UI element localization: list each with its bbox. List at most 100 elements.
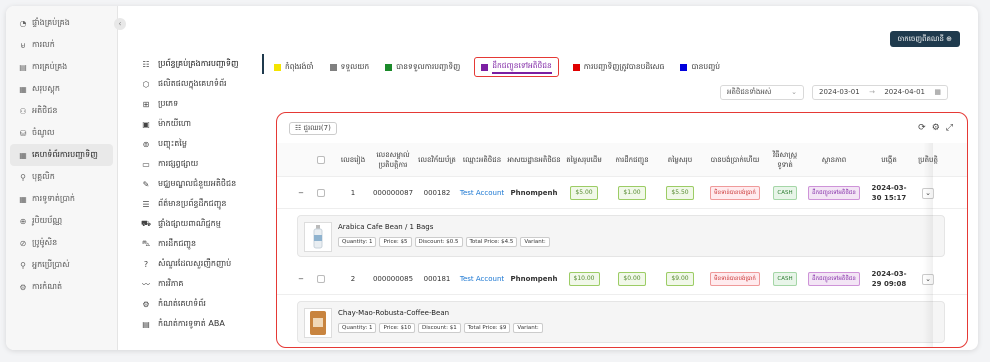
sidebar-item[interactable]: ◔ ផ្ទាំងគ្រប់គ្រង [10,12,113,34]
user-icon: ⚲ [20,172,26,182]
status-filter-label: ការបញ្ជាទិញត្រូវបានបដិសេធ [583,61,665,71]
submenu-item[interactable]: ☰ ព័ត៌មានប្រព័ន្ធដឹកជញ្ជូន [136,194,264,214]
payment-status-badge: មិនទាន់បានបង់ប្រាក់ [710,186,760,200]
submenu-item[interactable]: 〰 ការវិភាគ [136,274,264,294]
product-name: Chay-Mao-Robusta-Coffee-Bean [338,309,450,317]
sidebar-item[interactable]: ⚲ បុគ្គលិក [10,166,113,188]
settings-icon[interactable]: ⚙ [932,123,940,133]
status-filter[interactable]: ការបញ្ជាទិញត្រូវបានបដិសេធ [571,59,667,75]
sale-icon: ⊌ [20,40,26,50]
table-toolbar: ⟳ ⚙ ⤢ [918,123,953,133]
column-header: បង្កើត [881,156,897,164]
transaction-id: 000000085 [372,275,414,283]
sidebar-item[interactable]: ⊕ រូបិយប័ណ្ណ [10,210,113,232]
select-all-checkbox[interactable] [317,156,325,164]
submenu-item[interactable]: ⛟ ផ្ទាំងផ្សាយពាណិជ្ជកម្ម [136,214,264,234]
status-cell: ដឹកជញ្ជូនទៅអតិថិជន [805,177,863,209]
sidebar: ◔ ផ្ទាំងគ្រប់គ្រង ⊌ ការលក់ ▤ ការគ្រប់គ្រង ▦ សរុ… [6,6,118,350]
customer-select[interactable]: អតិថិជនទាំងអស់ ⌄ [720,85,804,100]
submenu-item[interactable]: ▣ ម៉ាកយីហោ [136,114,264,134]
sidebar-item-label: រូបិយប័ណ្ណ [32,216,63,225]
submenu-icon: ▭ [142,159,150,169]
customer-name-link[interactable]: Test Account [457,177,507,209]
sidebar-item-label: ការលក់ [32,40,55,49]
sidebar-item[interactable]: ⛁ ចំណូល [10,122,113,144]
staff-icon: ⚲ [20,260,26,270]
submenu-item[interactable]: ? សំណួរដែលសួរញឹកញាប់ [136,254,264,274]
submenu-item-label: កំណត់គេហទំព័រ [158,299,206,308]
promotion-icon: ⊘ [19,238,27,248]
submenu-item[interactable]: ▤ កំណត់ការទូទាត់ ABA [136,314,264,334]
sidebar-item[interactable]: ▦ ការទូទាត់ប្រាក់ [10,188,113,210]
submenu-item-label: ការវិភាគ [158,279,184,288]
sidebar-item[interactable]: ▦ គេហទំព័រការបញ្ជាទិញ [10,144,113,166]
start-date: 2024-03-01 [819,88,860,96]
status-filter-bar: កំពុងរង់ចាំ ទទួលយក បានទទួលការបញ្ជាទិញ ដឹកជញ… [272,57,722,77]
sidebar-item[interactable]: ▤ ការគ្រប់គ្រង [10,56,113,78]
scroll-shadow [923,143,933,347]
row-checkbox[interactable] [317,275,325,283]
submenu-item[interactable]: ⬡ ផលិតផលក្នុងគេហទំព័រ [136,74,264,94]
submenu: ☷ ប្រព័ន្ធគ្រប់គ្រងការបញ្ជាទិញ ⬡ ផលិតផលក្នុ… [136,54,264,334]
status-color-swatch [329,63,337,71]
status-filter-label: ទទួលយក [340,61,370,71]
sidebar-list: ◔ ផ្ទាំងគ្រប់គ្រង ⊌ ការលក់ ▤ ការគ្រប់គ្រង ▦ សរុ… [6,6,117,298]
status-filter[interactable]: ទទួលយក [328,59,372,75]
report-icon: ⛁ [19,128,27,138]
columns-button[interactable]: ☷ ជួរឈរ(7) [289,122,337,135]
column-header: តម្លៃសរុបដើម [566,156,602,164]
sidebar-item[interactable]: ⚲ អ្នកប្រើប្រាស់ [10,254,113,276]
submenu-icon: ▣ [142,119,150,129]
status-filter[interactable]: បានទទួលការបញ្ជាទិញ [383,59,462,75]
sidebar-item[interactable]: ▦ សរុបស្តុក [10,78,113,100]
column-header: លេខរៀង [340,156,366,164]
sidebar-item[interactable]: ⊘ ប្រូម៉ូសិន [10,232,113,254]
item-chip: Price: $5 [379,237,412,247]
status-filter-label: បានទទួលការបញ្ជាទិញ [396,61,461,71]
status-filter[interactable]: កំពុងរង់ចាំ [272,59,316,75]
account-button[interactable]: ចាកចេញពីគណនី ⊕ [889,31,960,47]
row-checkbox[interactable] [317,189,325,197]
submenu-item[interactable]: ⚙ កំណត់គេហទំព័រ [136,294,264,314]
invoice-number: 000182 [423,189,451,197]
status-filter[interactable]: ដឹកជញ្ជូនទៅអតិថិជន [474,57,559,77]
transaction-id: 000000087 [372,189,414,197]
sidebar-collapse-button[interactable]: ‹ [114,18,126,30]
item-chip: Variant: [513,323,543,333]
submenu-item[interactable]: ☷ ប្រព័ន្ធគ្រប់គ្រងការបញ្ជាទិញ [136,54,264,74]
submenu-item[interactable]: ⛍ ការដឹកជញ្ជូន [136,234,264,254]
item-chip: Total Price: $4.5 [465,237,518,247]
method-cell: CASH [767,177,803,209]
payment-method-badge: CASH [773,186,797,200]
submenu-item[interactable]: ▭ ការផ្សព្វផ្សាយ [136,154,264,174]
submenu-icon: ⊚ [142,139,150,149]
total-cell: $5.50 [657,177,703,209]
item-chips: Quantity: 1 Price: $5 Discount: $0.5 Total … [338,237,550,247]
submenu-icon: ? [143,259,149,269]
status-filter[interactable]: បានបញ្ចប់ [678,59,722,75]
table-row[interactable]: −2 000000085 000181 Test Account Phnompenh $1… [277,263,967,295]
column-header [311,143,331,177]
dashboard-icon: ◔ [19,18,27,28]
submenu-icon: ☷ [142,59,150,69]
item-chip: Variant: [520,237,550,247]
customer-name-link[interactable]: Test Account [457,263,507,295]
date-range-picker[interactable]: 2024-03-01 → 2024-04-01 ▦ [812,85,948,100]
paid-cell: មិនទាន់បានបង់ប្រាក់ [705,177,765,209]
sidebar-item-label: អតិថិជន [32,106,58,115]
column-header: បានបង់ប្រាក់ហើយ [710,156,760,164]
table-row[interactable]: −1 000000087 000182 Test Account Phnompenh $5… [277,177,967,209]
delivery-cell: $1.00 [609,177,655,209]
refresh-icon[interactable]: ⟳ [918,123,926,133]
customer-icon: ⚇ [19,106,27,116]
subtotal-badge: $5.00 [570,186,598,200]
submenu-item[interactable]: ✎ មជ្ឈមណ្ឌលជំនួយអតិថិជន [136,174,264,194]
submenu-item-label: ផលិតផលក្នុងគេហទំព័រ [158,79,227,88]
sidebar-item[interactable]: ⚙ ការកំណត់ [10,276,113,298]
sidebar-item[interactable]: ⚇ អតិថិជន [10,100,113,122]
fullscreen-icon[interactable]: ⤢ [946,123,953,133]
sidebar-item[interactable]: ⊌ ការលក់ [10,34,113,56]
submenu-item[interactable]: ⊚ បញ្ចុះតម្លៃ [136,134,264,154]
sidebar-item-label: ប្រូម៉ូសិន [32,238,58,247]
submenu-item[interactable]: ⊞ ប្រភេទ [136,94,264,114]
